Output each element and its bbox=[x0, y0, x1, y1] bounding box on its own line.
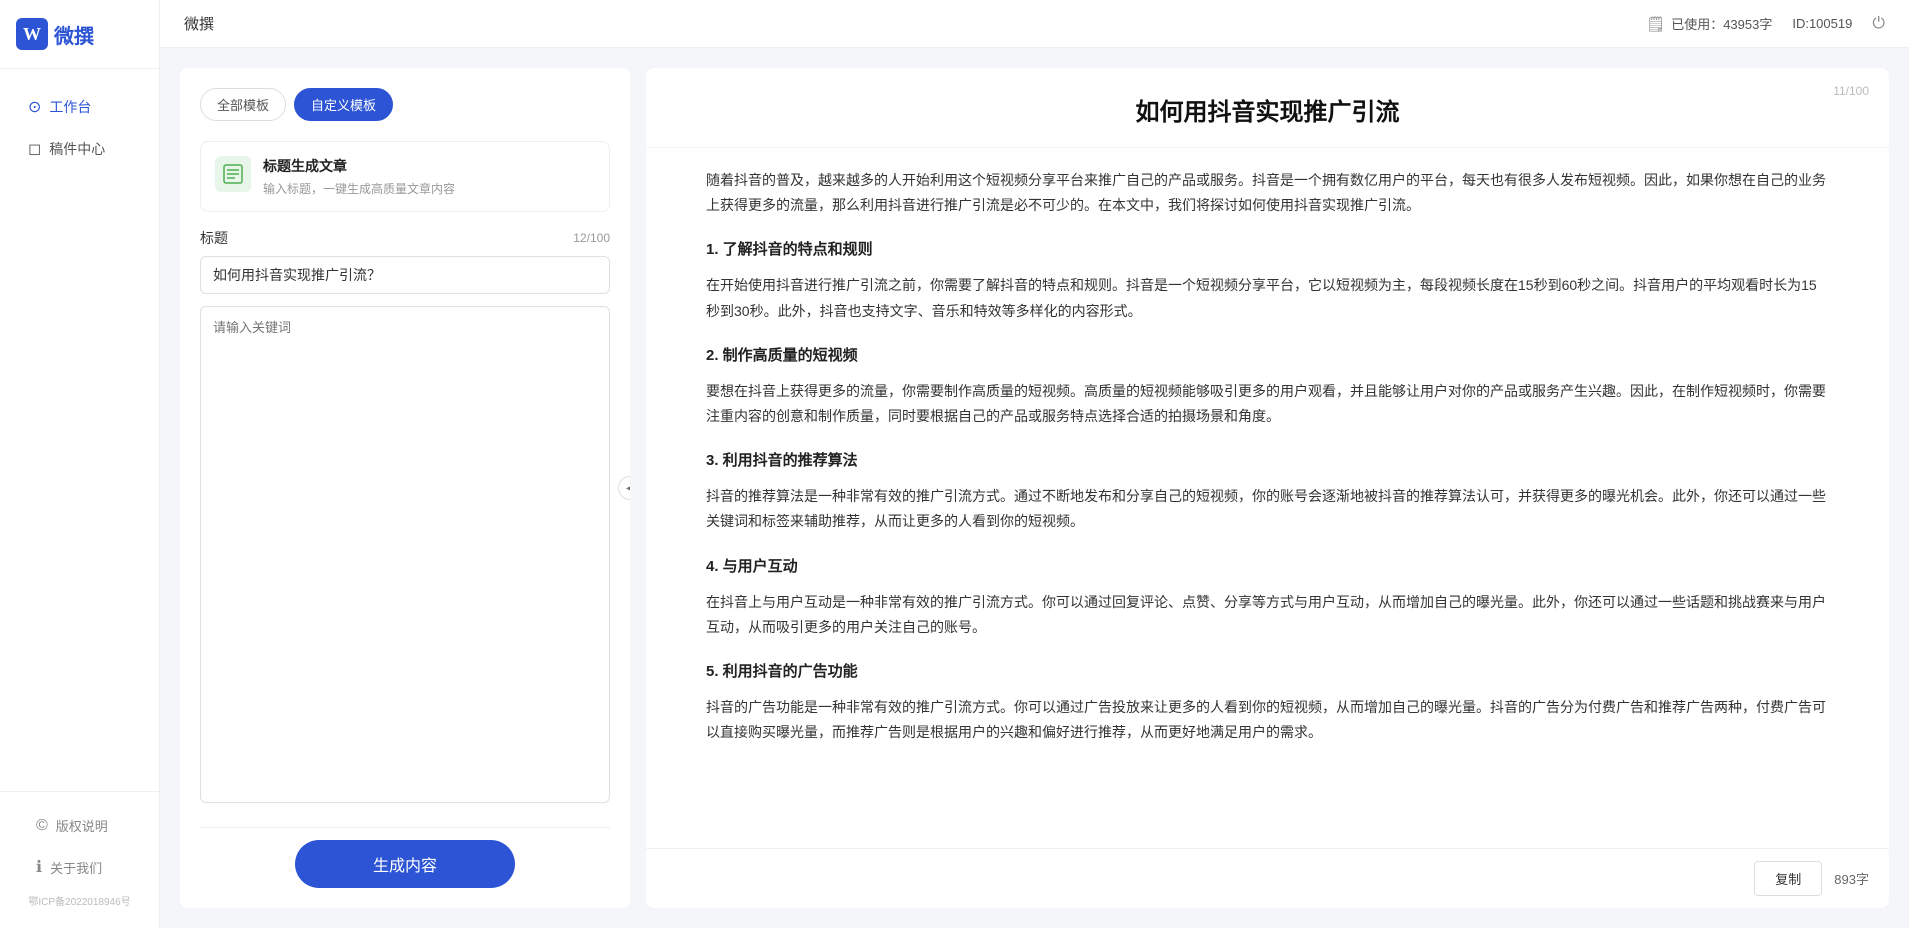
sidebar-item-label-workbench: 工作台 bbox=[49, 97, 91, 117]
article-paragraph: 要想在抖音上获得更多的流量，你需要制作高质量的短视频。高质量的短视频能够吸引更多… bbox=[706, 379, 1829, 429]
svg-text:W: W bbox=[23, 24, 41, 44]
sidebar-item-about[interactable]: ℹ 关于我们 bbox=[16, 847, 143, 887]
article-paragraph: 抖音的广告功能是一种非常有效的推广引流方式。你可以通过广告投放来让更多的人看到你… bbox=[706, 695, 1829, 745]
divider bbox=[200, 827, 610, 828]
tab-custom-templates[interactable]: 自定义模板 bbox=[294, 88, 393, 121]
sidebar-item-copyright[interactable]: © 版权说明 bbox=[16, 806, 143, 845]
title-input[interactable] bbox=[200, 256, 610, 294]
tab-all-templates[interactable]: 全部模板 bbox=[200, 88, 286, 121]
article-paragraph: 在抖音上与用户互动是一种非常有效的推广引流方式。你可以通过回复评论、点赞、分享等… bbox=[706, 590, 1829, 640]
form-label-title: 标题 12/100 bbox=[200, 228, 610, 248]
article-heading: 3. 利用抖音的推荐算法 bbox=[706, 447, 1829, 474]
sidebar-item-drafts[interactable]: ◻ 稿件中心 bbox=[8, 129, 151, 169]
usage-icon: 🗒 bbox=[1646, 15, 1665, 33]
article-paragraph: 随着抖音的普及，越来越多的人开始利用这个短视频分享平台来推广自己的产品或服务。抖… bbox=[706, 168, 1829, 218]
app-name: 微撰 bbox=[54, 20, 94, 49]
page-indicator: 11/100 bbox=[1833, 84, 1869, 98]
word-count: 893字 bbox=[1834, 869, 1869, 888]
template-card-title: 标题生成文章 bbox=[263, 156, 455, 176]
content-area: 全部模板 自定义模板 标题生成文章 输入标题，一键生成高质量文章内容 bbox=[160, 48, 1909, 928]
article-body: 随着抖音的普及，越来越多的人开始利用这个短视频分享平台来推广自己的产品或服务。抖… bbox=[646, 148, 1889, 848]
topbar: 微撰 🗒 已使用：43953字 ID:100519 ⏻ bbox=[160, 0, 1909, 48]
usage-info: 🗒 已使用：43953字 bbox=[1646, 14, 1772, 33]
workbench-icon: ⊙ bbox=[28, 97, 41, 117]
power-button[interactable]: ⏻ bbox=[1872, 15, 1885, 33]
article-paragraph: 抖音的推荐算法是一种非常有效的推广引流方式。通过不断地发布和分享自己的短视频，你… bbox=[706, 484, 1829, 534]
article-header: 如何用抖音实现推广引流 11/100 bbox=[646, 68, 1889, 148]
topbar-title: 微撰 bbox=[184, 13, 214, 34]
template-card[interactable]: 标题生成文章 输入标题，一键生成高质量文章内容 bbox=[200, 141, 610, 212]
collapse-button[interactable]: ◀ bbox=[618, 476, 630, 500]
title-char-count: 12/100 bbox=[573, 231, 610, 245]
topbar-right: 🗒 已使用：43953字 ID:100519 ⏻ bbox=[1646, 14, 1885, 33]
keywords-input[interactable] bbox=[200, 306, 610, 803]
copyright-icon: © bbox=[36, 817, 48, 835]
drafts-icon: ◻ bbox=[28, 139, 41, 159]
sidebar: W 微撰 ⊙ 工作台 ◻ 稿件中心 © 版权说明 ℹ 关于我们 鄂ICP备202… bbox=[0, 0, 160, 928]
usage-label: 已使用：43953字 bbox=[1671, 14, 1772, 33]
about-icon: ℹ bbox=[36, 857, 42, 877]
article-title: 如何用抖音实现推广引流 bbox=[706, 92, 1829, 127]
beian-text: 鄂ICP备2022018946号 bbox=[8, 889, 151, 916]
sidebar-item-label-copyright: 版权说明 bbox=[56, 816, 108, 835]
template-card-description: 输入标题，一键生成高质量文章内容 bbox=[263, 180, 455, 197]
template-card-info: 标题生成文章 输入标题，一键生成高质量文章内容 bbox=[263, 156, 455, 197]
sidebar-item-workbench[interactable]: ⊙ 工作台 bbox=[8, 87, 151, 127]
sidebar-nav: ⊙ 工作台 ◻ 稿件中心 bbox=[0, 69, 159, 791]
article-heading: 2. 制作高质量的短视频 bbox=[706, 342, 1829, 369]
sidebar-bottom: © 版权说明 ℹ 关于我们 鄂ICP备2022018946号 bbox=[0, 791, 159, 928]
right-panel: 如何用抖音实现推广引流 11/100 随着抖音的普及，越来越多的人开始利用这个短… bbox=[646, 68, 1889, 908]
template-tabs: 全部模板 自定义模板 bbox=[200, 88, 610, 121]
article-footer: 复制 893字 bbox=[646, 848, 1889, 908]
template-card-icon bbox=[215, 156, 251, 192]
main-area: 微撰 🗒 已使用：43953字 ID:100519 ⏻ 全部模板 自定义模板 bbox=[160, 0, 1909, 928]
article-heading: 5. 利用抖音的广告功能 bbox=[706, 658, 1829, 685]
copy-button[interactable]: 复制 bbox=[1754, 861, 1822, 896]
generate-button[interactable]: 生成内容 bbox=[295, 840, 515, 888]
title-label: 标题 bbox=[200, 228, 228, 248]
logo-area: W 微撰 bbox=[0, 0, 159, 69]
article-paragraph: 在开始使用抖音进行推广引流之前，你需要了解抖音的特点和规则。抖音是一个短视频分享… bbox=[706, 273, 1829, 323]
form-section: 标题 12/100 生成内容 bbox=[200, 228, 610, 888]
user-id: ID:100519 bbox=[1792, 16, 1852, 31]
logo-icon: W bbox=[16, 18, 48, 50]
sidebar-item-label-drafts: 稿件中心 bbox=[49, 139, 105, 159]
article-heading: 4. 与用户互动 bbox=[706, 553, 1829, 580]
sidebar-item-label-about: 关于我们 bbox=[50, 858, 102, 877]
left-panel: 全部模板 自定义模板 标题生成文章 输入标题，一键生成高质量文章内容 bbox=[180, 68, 630, 908]
article-heading: 1. 了解抖音的特点和规则 bbox=[706, 236, 1829, 263]
